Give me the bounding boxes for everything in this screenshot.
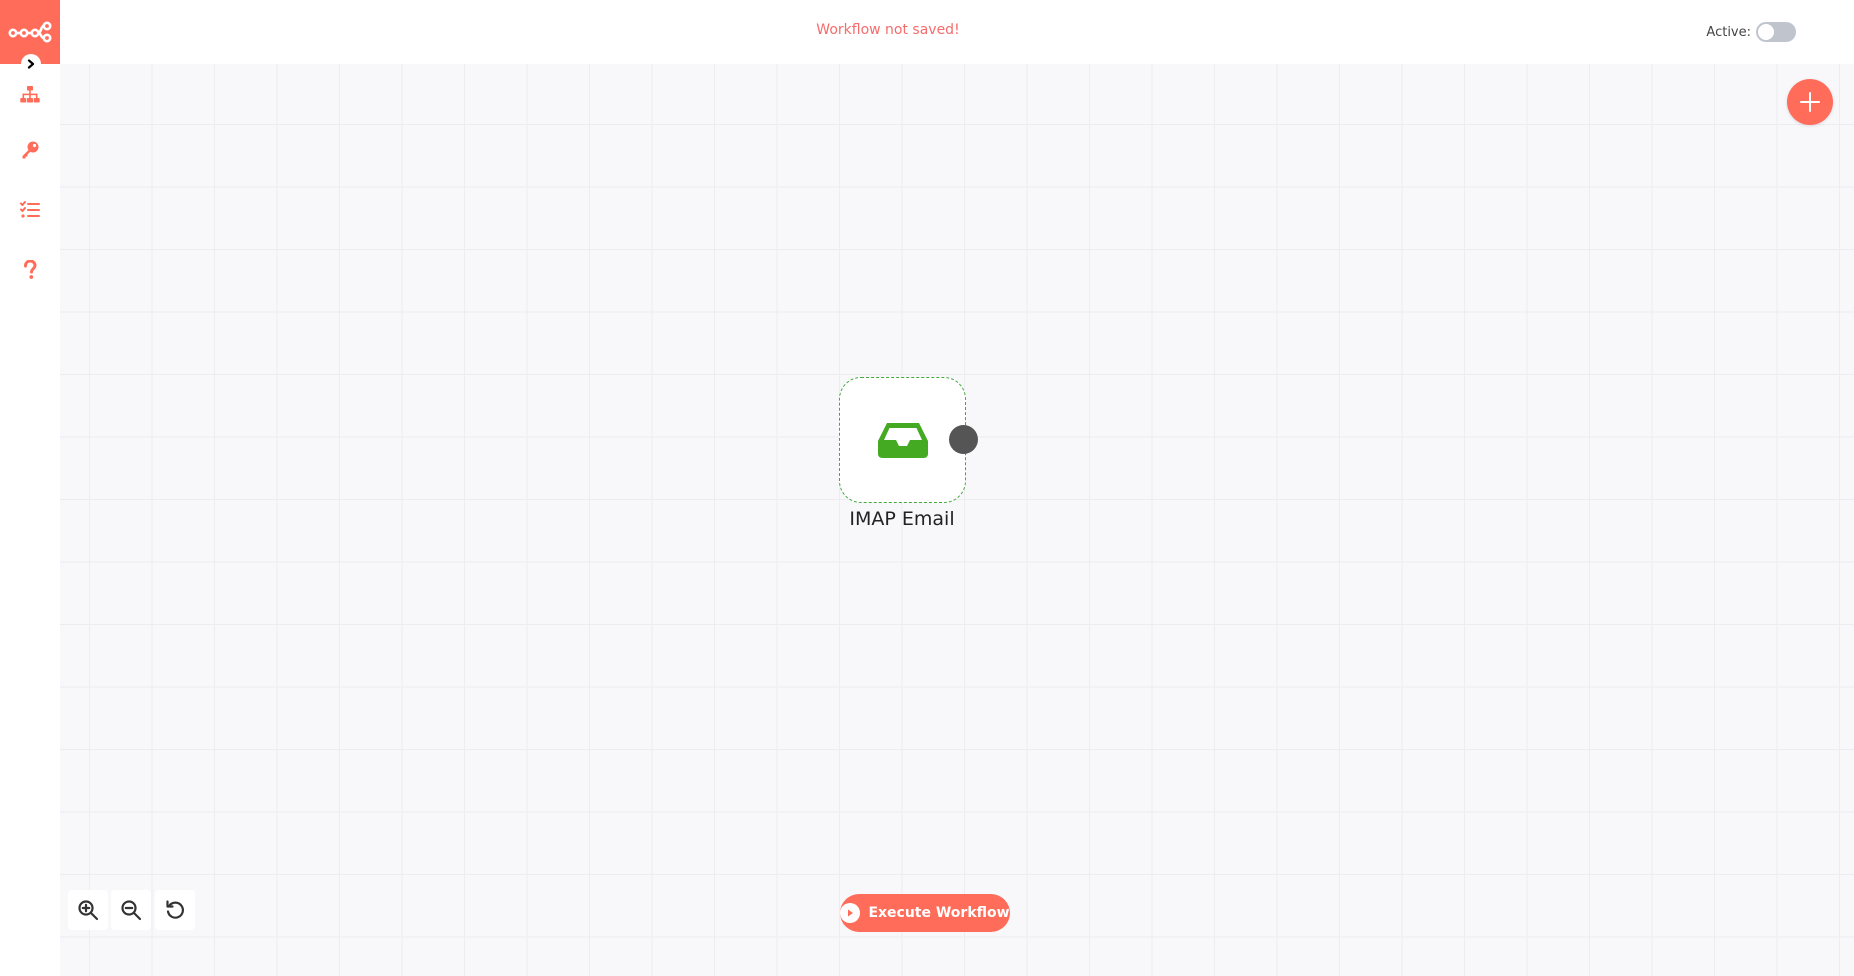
- key-icon: [22, 141, 39, 159]
- question-icon: [24, 260, 37, 279]
- active-toggle[interactable]: [1756, 22, 1796, 42]
- top-bar: Workflow not saved! Active:: [60, 0, 1854, 64]
- save-status-text: Workflow not saved!: [816, 22, 960, 38]
- imap-email-node[interactable]: [839, 377, 966, 503]
- sidebar-expand-button[interactable]: [21, 54, 41, 74]
- execute-workflow-label: Execute Workflow: [868, 905, 1010, 921]
- sidebar: [0, 0, 60, 976]
- sidebar-item-help[interactable]: [14, 254, 46, 286]
- chevron-right-icon: [27, 59, 35, 69]
- add-node-button[interactable]: [1787, 79, 1833, 125]
- plus-icon: [1800, 92, 1820, 112]
- zoom-out-icon: [121, 900, 142, 921]
- active-control: Active:: [1706, 22, 1796, 42]
- zoom-in-icon: [78, 900, 99, 921]
- toggle-knob: [1758, 24, 1774, 40]
- execute-workflow-button[interactable]: Execute Workflow: [840, 894, 1010, 932]
- zoom-in-button[interactable]: [68, 890, 108, 930]
- sidebar-item-credentials[interactable]: [14, 134, 46, 166]
- active-label: Active:: [1706, 24, 1751, 40]
- sidebar-item-executions[interactable]: [14, 194, 46, 226]
- sidebar-item-workflows[interactable]: [14, 79, 46, 111]
- play-circle-icon: [840, 903, 861, 923]
- node-label: IMAP Email: [849, 508, 955, 530]
- n8n-logo-icon: [8, 21, 52, 43]
- zoom-out-button[interactable]: [111, 890, 151, 930]
- node-output-connector[interactable]: [949, 425, 978, 454]
- workflows-sitemap-icon: [20, 86, 40, 103]
- reset-zoom-button[interactable]: [155, 890, 195, 930]
- undo-icon: [166, 900, 184, 919]
- app-root: Workflow not saved! Active: IMAP Email E…: [0, 0, 1854, 976]
- inbox-icon: [877, 423, 928, 458]
- tasks-list-icon: [20, 201, 40, 218]
